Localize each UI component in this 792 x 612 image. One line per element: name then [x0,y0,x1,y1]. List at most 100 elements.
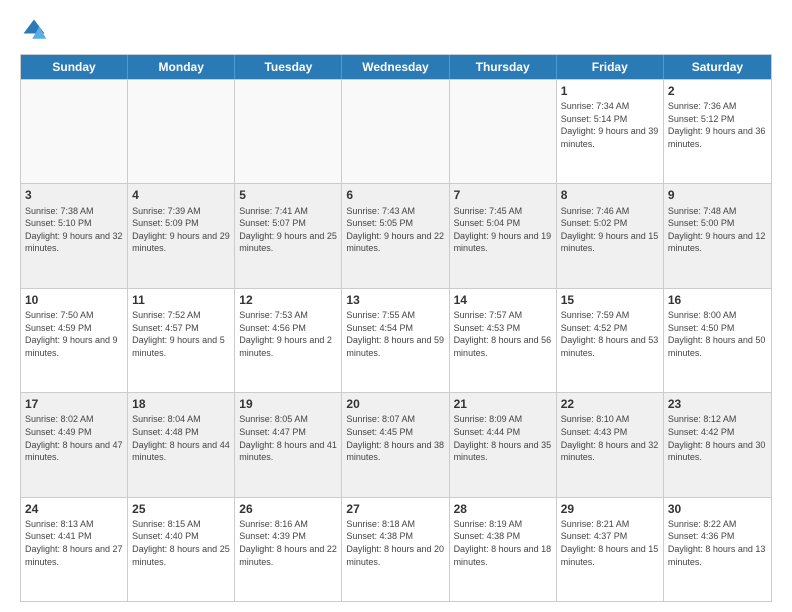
day-info: Sunrise: 7:55 AMSunset: 4:54 PMDaylight:… [346,309,444,359]
calendar-cell: 26Sunrise: 8:16 AMSunset: 4:39 PMDayligh… [235,498,342,601]
day-info: Sunrise: 7:48 AMSunset: 5:00 PMDaylight:… [668,205,767,255]
day-number: 1 [561,83,659,99]
calendar-header: Sunday Monday Tuesday Wednesday Thursday… [21,55,771,79]
logo [20,16,52,44]
calendar-row-1: 3 Sunrise: 7:38 AMSunset: 5:10 PMDaylight… [21,183,771,287]
calendar-cell: 22Sunrise: 8:10 AMSunset: 4:43 PMDayligh… [557,393,664,496]
calendar-cell: 2Sunrise: 7:36 AMSunset: 5:12 PMDaylight… [664,80,771,183]
day-info: Sunrise: 8:09 AMSunset: 4:44 PMDaylight:… [454,413,552,463]
day-info: Sunrise: 8:00 AMSunset: 4:50 PMDaylight:… [668,309,767,359]
calendar-row-3: 17Sunrise: 8:02 AMSunset: 4:49 PMDayligh… [21,392,771,496]
day-info: Sunrise: 8:22 AMSunset: 4:36 PMDaylight:… [668,518,767,568]
day-info: Sunrise: 8:13 AMSunset: 4:41 PMDaylight:… [25,518,123,568]
calendar-cell: 27Sunrise: 8:18 AMSunset: 4:38 PMDayligh… [342,498,449,601]
day-number: 13 [346,292,444,308]
day-info: Sunrise: 8:04 AMSunset: 4:48 PMDaylight:… [132,413,230,463]
day-info: Sunrise: 7:52 AMSunset: 4:57 PMDaylight:… [132,309,230,359]
day-info: Sunrise: 7:53 AMSunset: 4:56 PMDaylight:… [239,309,337,359]
calendar-cell: 12Sunrise: 7:53 AMSunset: 4:56 PMDayligh… [235,289,342,392]
calendar-cell [450,80,557,183]
day-number: 14 [454,292,552,308]
calendar-cell: 17Sunrise: 8:02 AMSunset: 4:49 PMDayligh… [21,393,128,496]
day-info: Sunrise: 8:02 AMSunset: 4:49 PMDaylight:… [25,413,123,463]
day-info: Sunrise: 7:36 AMSunset: 5:12 PMDaylight:… [668,100,767,150]
day-number: 12 [239,292,337,308]
day-info: Sunrise: 8:18 AMSunset: 4:38 PMDaylight:… [346,518,444,568]
calendar-row-0: 1Sunrise: 7:34 AMSunset: 5:14 PMDaylight… [21,79,771,183]
calendar-cell: 3 Sunrise: 7:38 AMSunset: 5:10 PMDaylight… [21,184,128,287]
calendar-cell [21,80,128,183]
header-friday: Friday [557,55,664,79]
calendar-cell: 30Sunrise: 8:22 AMSunset: 4:36 PMDayligh… [664,498,771,601]
logo-icon [20,16,48,44]
calendar-cell: 9 Sunrise: 7:48 AMSunset: 5:00 PMDaylight… [664,184,771,287]
day-info: Sunrise: 7:41 AMSunset: 5:07 PMDaylight:… [239,205,337,255]
day-number: 10 [25,292,123,308]
day-number: 20 [346,396,444,412]
day-info: Sunrise: 8:10 AMSunset: 4:43 PMDaylight:… [561,413,659,463]
calendar-cell: 25Sunrise: 8:15 AMSunset: 4:40 PMDayligh… [128,498,235,601]
calendar-cell: 4Sunrise: 7:39 AMSunset: 5:09 PMDaylight… [128,184,235,287]
calendar-cell: 28Sunrise: 8:19 AMSunset: 4:38 PMDayligh… [450,498,557,601]
day-info: Sunrise: 7:59 AMSunset: 4:52 PMDaylight:… [561,309,659,359]
day-info: Sunrise: 8:12 AMSunset: 4:42 PMDaylight:… [668,413,767,463]
calendar-cell: 15Sunrise: 7:59 AMSunset: 4:52 PMDayligh… [557,289,664,392]
day-number: 26 [239,501,337,517]
day-number: 28 [454,501,552,517]
day-info: Sunrise: 7:46 AMSunset: 5:02 PMDaylight:… [561,205,659,255]
day-number: 18 [132,396,230,412]
header-monday: Monday [128,55,235,79]
day-info: Sunrise: 7:43 AMSunset: 5:05 PMDaylight:… [346,205,444,255]
day-info: Sunrise: 7:38 AMSunset: 5:10 PMDaylight:… [25,205,123,255]
day-number: 24 [25,501,123,517]
day-info: Sunrise: 7:57 AMSunset: 4:53 PMDaylight:… [454,309,552,359]
calendar-body: 1Sunrise: 7:34 AMSunset: 5:14 PMDaylight… [21,79,771,601]
calendar-cell: 24Sunrise: 8:13 AMSunset: 4:41 PMDayligh… [21,498,128,601]
calendar-cell: 29Sunrise: 8:21 AMSunset: 4:37 PMDayligh… [557,498,664,601]
calendar-cell: 7 Sunrise: 7:45 AMSunset: 5:04 PMDaylight… [450,184,557,287]
day-info: Sunrise: 7:34 AMSunset: 5:14 PMDaylight:… [561,100,659,150]
day-info: Sunrise: 7:45 AMSunset: 5:04 PMDaylight:… [454,205,552,255]
day-number: 6 [346,187,444,203]
day-number: 3 [25,187,123,203]
day-number: 2 [668,83,767,99]
day-number: 23 [668,396,767,412]
day-number: 11 [132,292,230,308]
header-sunday: Sunday [21,55,128,79]
calendar-cell: 8 Sunrise: 7:46 AMSunset: 5:02 PMDaylight… [557,184,664,287]
header-wednesday: Wednesday [342,55,449,79]
day-info: Sunrise: 7:50 AMSunset: 4:59 PMDaylight:… [25,309,123,359]
calendar-row-2: 10Sunrise: 7:50 AMSunset: 4:59 PMDayligh… [21,288,771,392]
calendar-cell: 23Sunrise: 8:12 AMSunset: 4:42 PMDayligh… [664,393,771,496]
day-number: 19 [239,396,337,412]
day-info: Sunrise: 8:07 AMSunset: 4:45 PMDaylight:… [346,413,444,463]
calendar-cell: 5Sunrise: 7:41 AMSunset: 5:07 PMDaylight… [235,184,342,287]
calendar-cell: 13Sunrise: 7:55 AMSunset: 4:54 PMDayligh… [342,289,449,392]
calendar-row-4: 24Sunrise: 8:13 AMSunset: 4:41 PMDayligh… [21,497,771,601]
calendar-cell: 6 Sunrise: 7:43 AMSunset: 5:05 PMDaylight… [342,184,449,287]
day-number: 9 [668,187,767,203]
calendar-cell [342,80,449,183]
day-number: 17 [25,396,123,412]
calendar-cell [235,80,342,183]
header-tuesday: Tuesday [235,55,342,79]
calendar-cell: 19Sunrise: 8:05 AMSunset: 4:47 PMDayligh… [235,393,342,496]
day-number: 27 [346,501,444,517]
day-number: 8 [561,187,659,203]
day-number: 16 [668,292,767,308]
calendar-cell [128,80,235,183]
page: Sunday Monday Tuesday Wednesday Thursday… [0,0,792,612]
calendar-cell: 18Sunrise: 8:04 AMSunset: 4:48 PMDayligh… [128,393,235,496]
day-number: 15 [561,292,659,308]
calendar-cell: 21Sunrise: 8:09 AMSunset: 4:44 PMDayligh… [450,393,557,496]
calendar-cell: 1Sunrise: 7:34 AMSunset: 5:14 PMDaylight… [557,80,664,183]
day-info: Sunrise: 7:39 AMSunset: 5:09 PMDaylight:… [132,205,230,255]
header [20,16,772,44]
day-info: Sunrise: 8:05 AMSunset: 4:47 PMDaylight:… [239,413,337,463]
day-number: 21 [454,396,552,412]
day-number: 25 [132,501,230,517]
day-number: 7 [454,187,552,203]
day-number: 22 [561,396,659,412]
calendar-cell: 16Sunrise: 8:00 AMSunset: 4:50 PMDayligh… [664,289,771,392]
day-number: 30 [668,501,767,517]
